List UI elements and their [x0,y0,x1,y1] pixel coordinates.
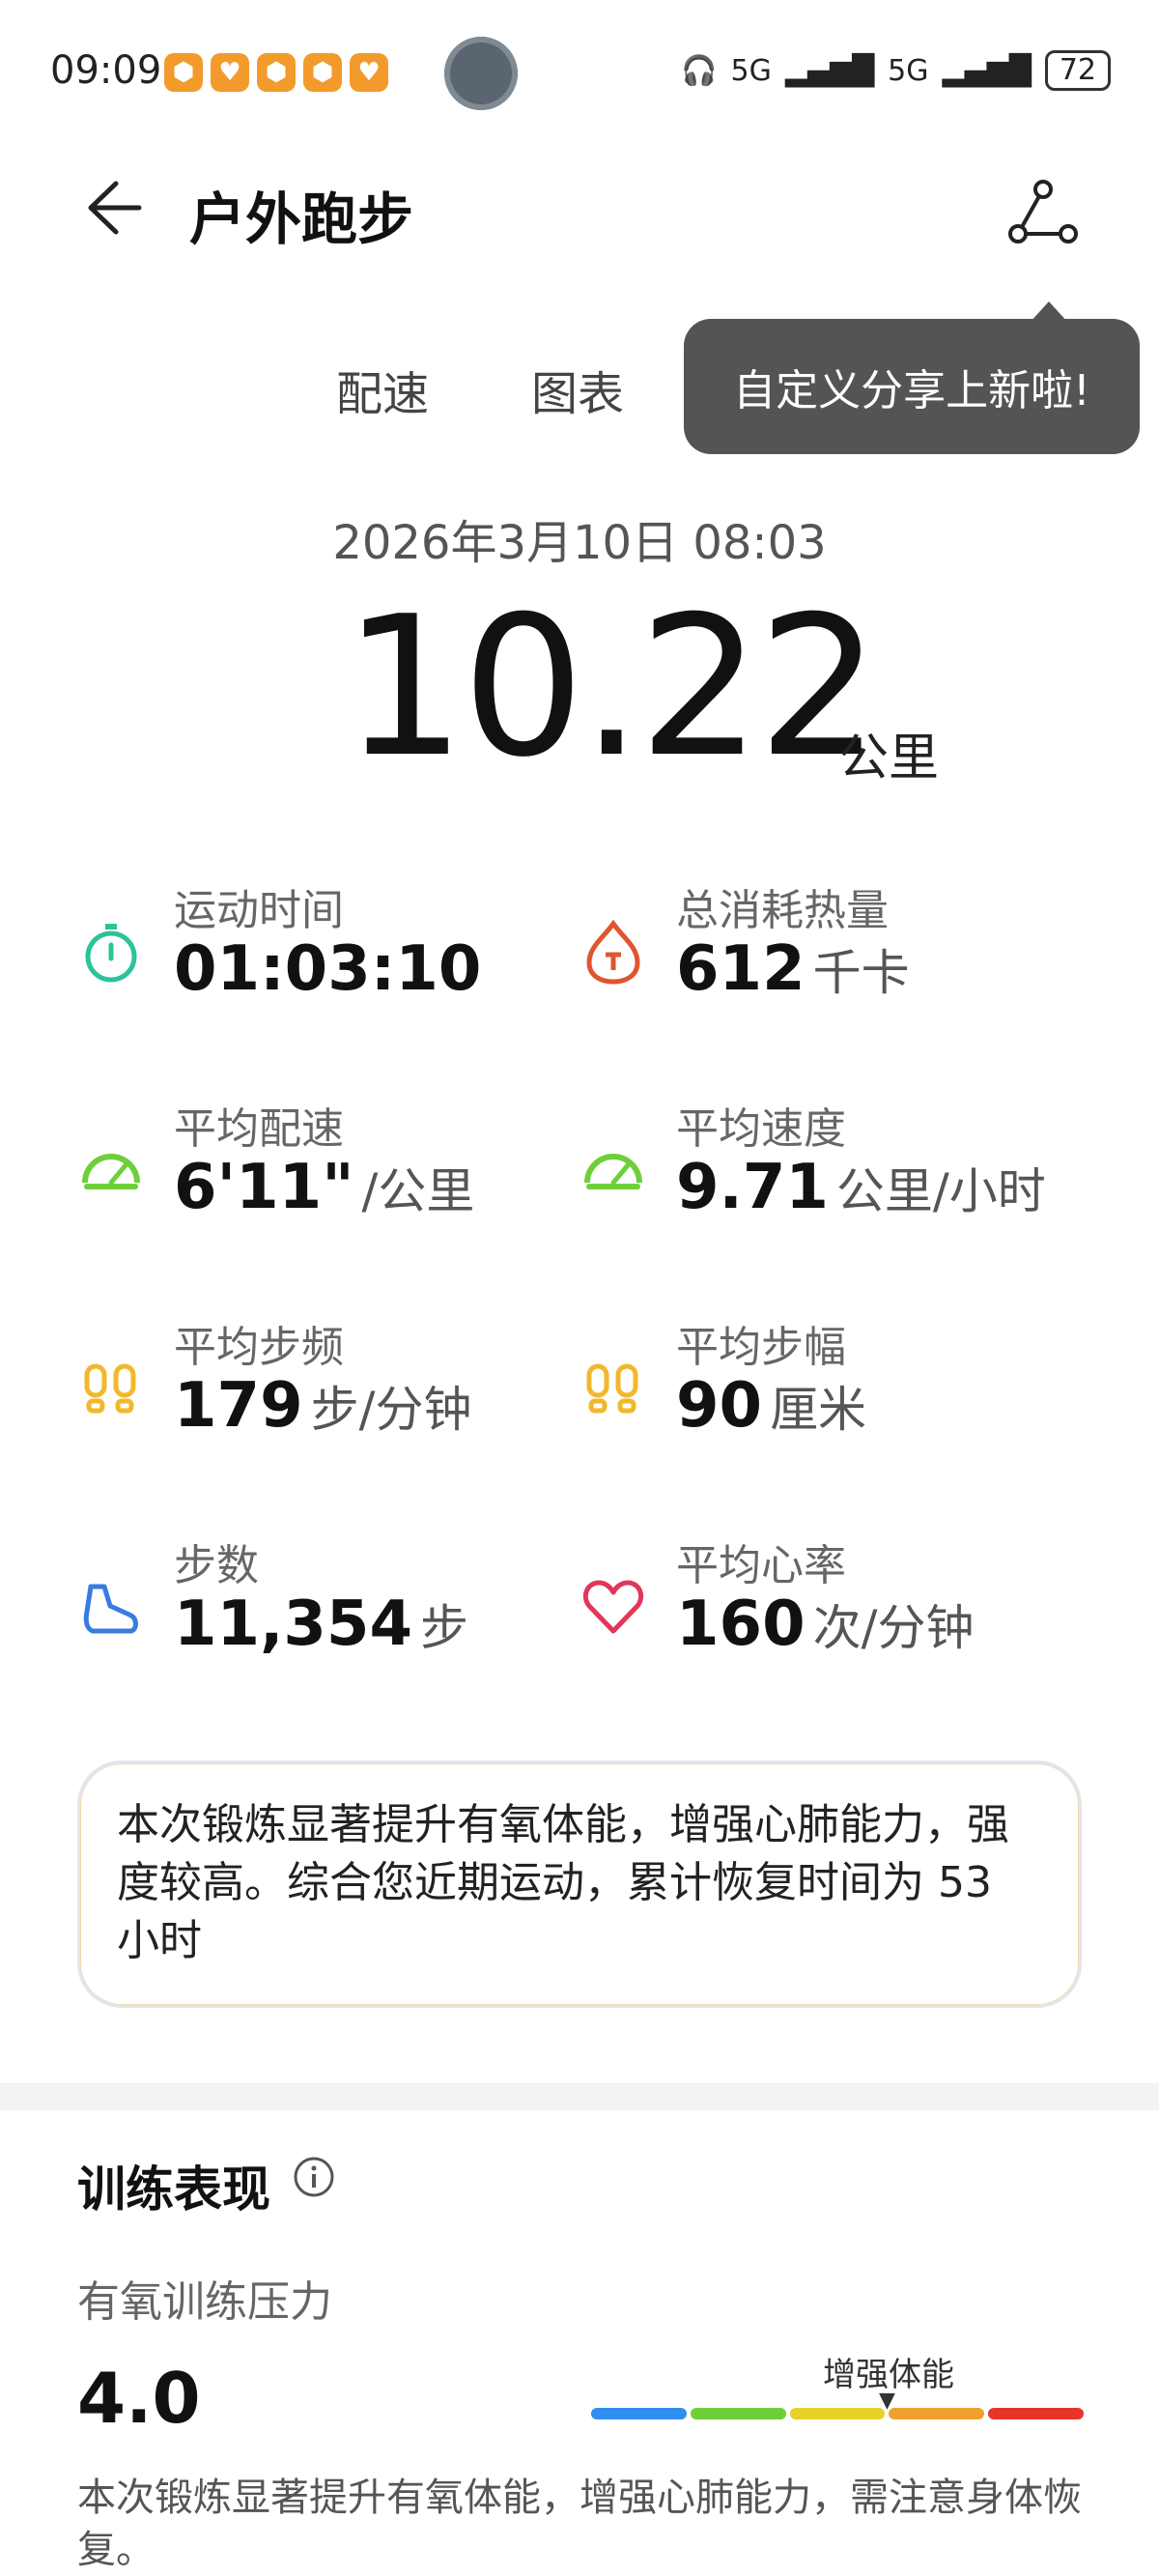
metric-number: 179 [174,1370,303,1442]
metric-value: 6'11"/公里 [174,1152,474,1223]
workout-datetime: 2026年3月10日 08:03 [332,516,827,570]
share-icon[interactable] [1004,174,1082,251]
metric-value: 160 次/分钟 [676,1589,974,1660]
training-description: 本次锻炼显著提升有氧体能，增强心肺能力，需注意身体恢复。 [77,2476,1082,2572]
status-time: 09:09 [50,48,162,93]
info-icon[interactable] [292,2155,336,2199]
metric-label: 总消耗热量 [676,886,889,935]
calorie-flame-icon [586,919,640,985]
metric-label: 平均配速 [174,1104,344,1154]
notification-heart-app-icon: ♥ [211,53,249,92]
speedometer-icon [584,1154,642,1189]
back-arrow-icon[interactable] [77,174,145,242]
scale-segment [988,2408,1084,2419]
metric-unit: 公里/小时 [835,1163,1046,1219]
footprints-icon [586,1363,638,1414]
footprints-icon [84,1363,136,1414]
metric-unit: 厘米 [770,1382,867,1438]
share-tooltip[interactable]: 自定义分享上新啦! [684,301,1140,454]
metric-unit: /公里 [361,1163,475,1219]
metric-number: 160 [676,1589,806,1660]
metric-unit: 步/分钟 [310,1382,472,1438]
metric-label: 平均步频 [174,1323,344,1372]
distance-unit: 公里 [838,730,940,787]
metric-value: 11,354 步 [174,1589,468,1660]
floating-window-thumbnail[interactable] [444,37,518,110]
signal-bars-icon: ▂▄▆█ [942,53,1032,88]
scale-segment [591,2408,687,2419]
section-divider [0,2083,1159,2110]
aerobic-load-score: 4.0 [77,2358,201,2439]
metric-value: 612 千卡 [676,933,910,1005]
metric-unit: 次/分钟 [812,1600,975,1656]
signal-bars-icon: ▂▄▆█ [784,53,875,88]
scale-segment [889,2408,985,2419]
notification-app-icon: ⬢ [257,53,296,92]
metric-number: 90 [676,1370,763,1442]
metric-value: 90 厘米 [676,1370,866,1442]
tab-chart[interactable]: 图表 [531,356,624,423]
metric-unit: 步 [419,1600,468,1656]
metric-number: 01:03:10 [174,933,482,1005]
battery-indicator: 72 [1044,50,1111,91]
insight-card: 本次锻炼显著提升有氧体能，增强心肺能力，强度较高。综合您近期运动，累计恢复时间为… [77,1760,1082,2008]
metric-number: 612 [676,933,806,1005]
notification-heart-app-icon: ♥ [350,53,388,92]
metric-label: 运动时间 [174,886,344,935]
insight-text: 本次锻炼显著提升有氧体能，增强心肺能力，强度较高。综合您近期运动，累计恢复时间为… [117,1800,1009,1965]
signal-5g-icon: 5G [730,53,772,88]
notification-app-icon: ⬢ [303,53,342,92]
status-right-icons: 🎧 5G ▂▄▆█ 5G ▂▄▆█ 72 [681,50,1111,91]
metric-value: 01:03:10 [174,933,481,1005]
scale-segment [789,2408,886,2419]
tab-pace[interactable]: 配速 [336,356,429,423]
metric-unit: 千卡 [812,945,910,1001]
metric-value: 9.71 公里/小时 [676,1152,1046,1223]
metric-number: 9.71 [676,1152,829,1223]
scale-segment [690,2408,786,2419]
speedometer-icon [82,1154,140,1189]
aerobic-load-label: 有氧训练压力 [77,2277,332,2327]
training-section-title: 训练表现 [77,2161,270,2218]
shoe-icon [83,1584,138,1634]
distance-value: 10.22 [343,575,881,800]
heart-icon [582,1580,644,1634]
notification-app-icon: ⬢ [164,53,203,92]
metric-label: 步数 [174,1541,259,1590]
signal-5g-icon: 5G [888,53,929,88]
metric-number: 6'11" [174,1152,354,1223]
aerobic-load-scale [591,2408,1084,2419]
metric-number: 11,354 [174,1589,412,1660]
metric-label: 平均步幅 [676,1323,846,1372]
stopwatch-icon [85,924,137,983]
page-title: 户外跑步 [189,186,414,252]
tooltip-text: 自定义分享上新啦! [733,366,1090,415]
metric-label: 平均速度 [676,1104,846,1154]
headphones-icon: 🎧 [681,53,718,88]
metric-value: 179 步/分钟 [174,1370,471,1442]
metric-label: 平均心率 [676,1541,846,1590]
